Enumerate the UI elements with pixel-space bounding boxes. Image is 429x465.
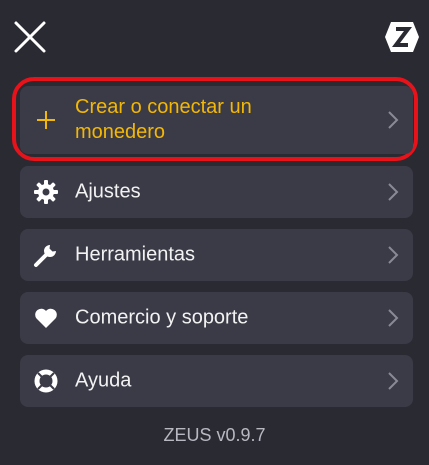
menu-item-label: Ajustes: [75, 180, 141, 203]
menu-item-label: Crear o conectar un monedero: [75, 96, 252, 143]
chevron-right-icon: [388, 309, 399, 327]
chevron-right-icon: [388, 183, 399, 201]
chevron-right-icon: [388, 111, 399, 129]
menu-item-label: Herramientas: [75, 243, 196, 266]
chevron-right-icon: [388, 246, 399, 264]
zeus-logo-icon: [385, 22, 419, 52]
app-version: ZEUS v0.9.7: [163, 425, 266, 445]
menu-item-label: Ayuda: [75, 369, 132, 392]
menu-item-help[interactable]: Ayuda: [20, 355, 413, 407]
gear-icon: [33, 179, 59, 205]
menu-item-settings[interactable]: Ajustes: [20, 166, 413, 218]
menu-item-create-wallet[interactable]: Crear o conectar un monedero: [20, 86, 413, 154]
lifebuoy-icon: [33, 368, 59, 394]
chevron-right-icon: [388, 372, 399, 390]
close-icon: [14, 21, 46, 53]
plus-icon: [33, 107, 59, 133]
close-button[interactable]: [13, 20, 47, 54]
menu-item-tools[interactable]: Herramientas: [20, 229, 413, 281]
heart-icon: [33, 305, 59, 331]
wrench-icon: [33, 242, 59, 268]
zeus-logo: [383, 20, 421, 54]
menu-item-commerce-support[interactable]: Comercio y soporte: [20, 292, 413, 344]
menu-item-label: Comercio y soporte: [75, 306, 249, 329]
